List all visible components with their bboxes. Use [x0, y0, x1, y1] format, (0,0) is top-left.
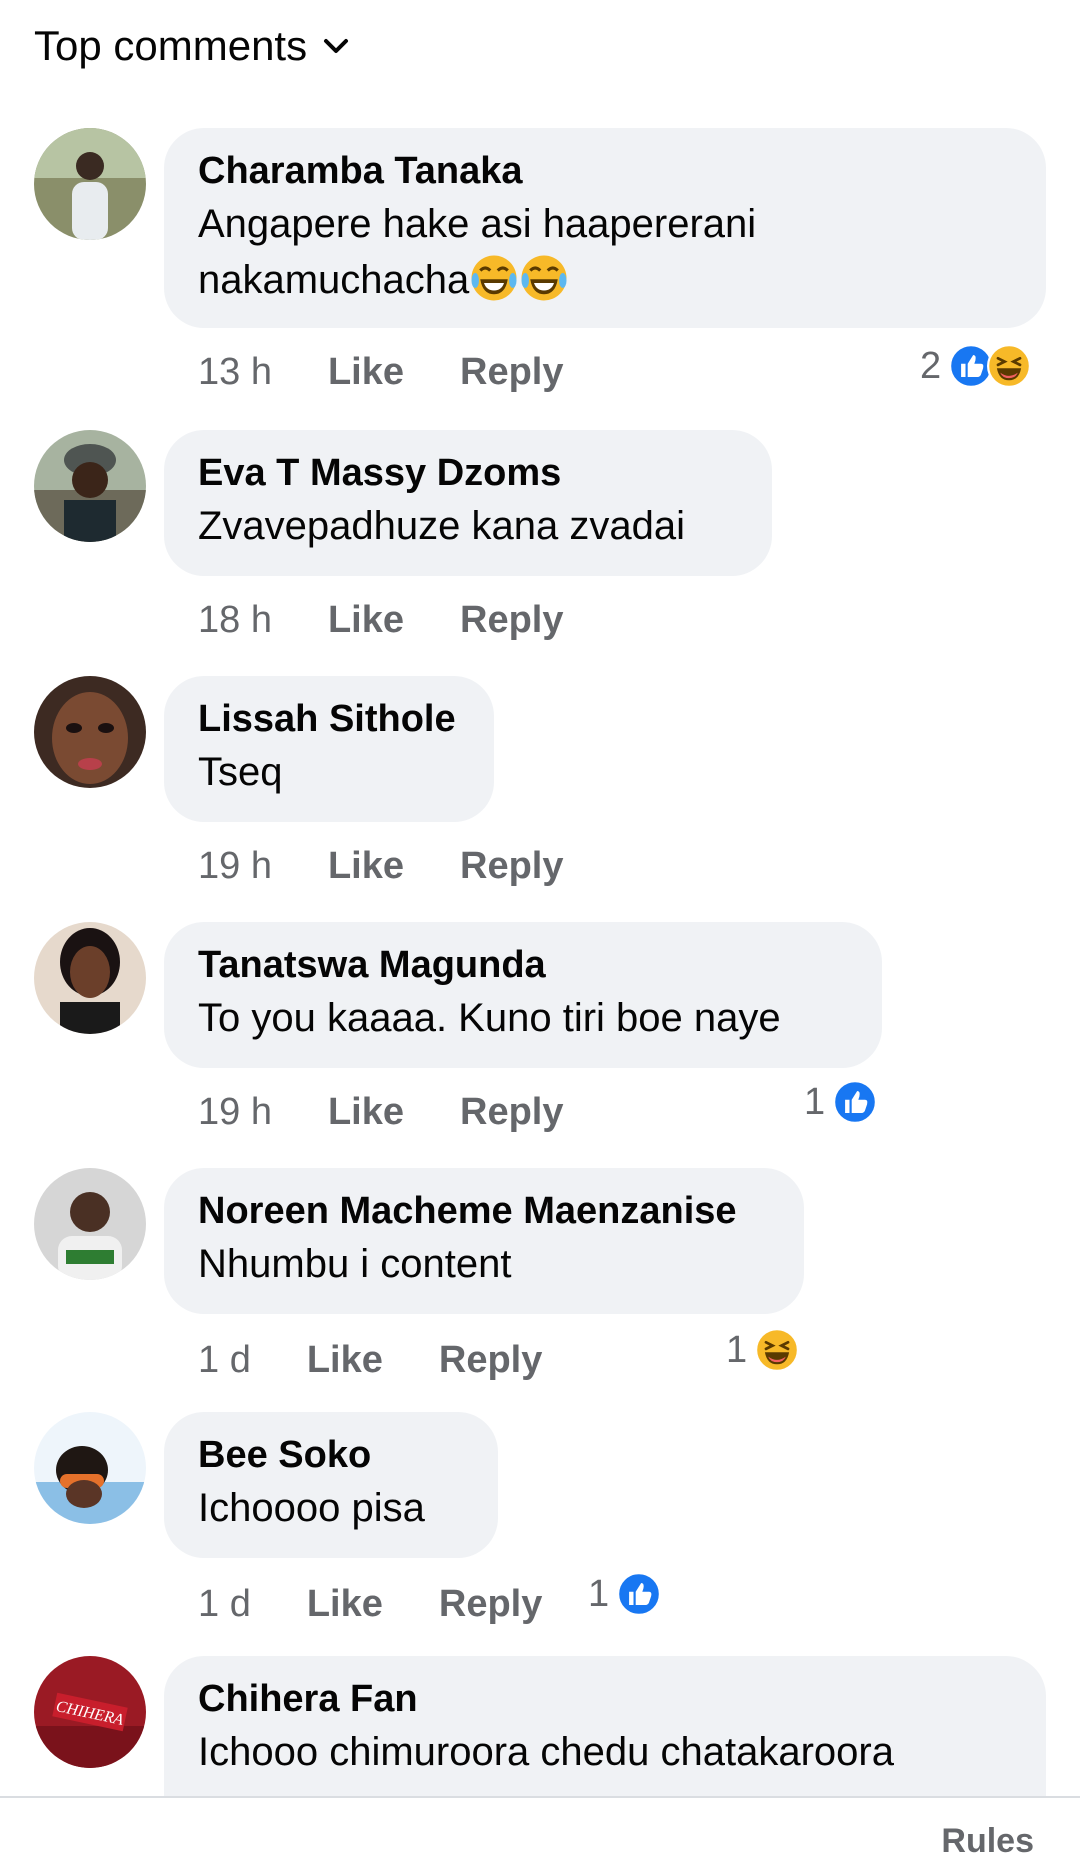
reply-button[interactable]: Reply	[439, 1583, 542, 1626]
avatar[interactable]	[34, 128, 146, 240]
comment-author[interactable]: Lissah Sithole	[198, 694, 460, 744]
comment-text: Zvavepadhuze kana zvadai	[198, 504, 685, 548]
reply-button[interactable]: Reply	[460, 1091, 563, 1134]
laugh-icon	[987, 344, 1032, 388]
comment-author[interactable]: Eva T Massy Dzoms	[198, 448, 738, 498]
avatar[interactable]	[34, 1412, 146, 1524]
comment-text: To you kaaaa. Kuno tiri boe naye	[198, 996, 781, 1040]
reaction-count: 1	[726, 1328, 748, 1371]
reaction-count: 2	[920, 344, 942, 387]
avatar[interactable]	[34, 676, 146, 788]
comment-bubble: Lissah Sithole Tseq	[164, 676, 494, 822]
comment-actions: 18 h Like Reply	[198, 592, 620, 648]
comment-time[interactable]: 18 h	[198, 599, 272, 642]
comment-bubble: Bee Soko Ichoooo pisa	[164, 1412, 498, 1558]
comment-bubble: Charamba Tanaka Angapere hake asi haaper…	[164, 128, 1046, 328]
comment-actions: 19 h Like Reply	[198, 838, 620, 894]
comment-time[interactable]: 13 h	[198, 351, 272, 394]
tears-of-joy-emoji-icon	[471, 255, 517, 301]
like-icon	[833, 1080, 878, 1124]
comment-actions: 13 h Like Reply	[198, 344, 620, 400]
comment-author[interactable]: Charamba Tanaka	[198, 146, 1012, 196]
reaction-summary[interactable]: 1	[804, 1080, 878, 1124]
comment-time[interactable]: 19 h	[198, 845, 272, 888]
reply-button[interactable]: Reply	[460, 845, 563, 888]
avatar[interactable]	[34, 1168, 146, 1280]
comment-bubble: Eva T Massy Dzoms Zvavepadhuze kana zvad…	[164, 430, 772, 576]
comment-author[interactable]: Noreen Macheme Maenzanise	[198, 1186, 770, 1236]
avatar[interactable]	[34, 430, 146, 542]
comment-time[interactable]: 1 d	[198, 1583, 251, 1626]
comment-bubble: Noreen Macheme Maenzanise Nhumbu i conte…	[164, 1168, 804, 1314]
chevron-down-icon	[324, 39, 349, 53]
comment-actions: 19 h Like Reply	[198, 1084, 620, 1140]
sort-comments-dropdown[interactable]: Top comments	[34, 18, 351, 74]
reaction-count: 1	[804, 1080, 826, 1123]
like-button[interactable]: Like	[328, 1091, 404, 1134]
reaction-summary[interactable]: 2	[920, 344, 1032, 388]
reply-button[interactable]: Reply	[460, 351, 563, 394]
comment-bubble: Tanatswa Magunda To you kaaaa. Kuno tiri…	[164, 922, 882, 1068]
comment-text: Angapere hake asi haapererani	[198, 202, 757, 246]
comment-author[interactable]: Bee Soko	[198, 1430, 464, 1480]
bottom-bar: Rules	[0, 1796, 1080, 1860]
comment-text: Ichooo chimuroora chedu chatakaroora	[198, 1730, 894, 1774]
comment-text: Nhumbu i content	[198, 1242, 512, 1286]
reply-button[interactable]: Reply	[439, 1339, 542, 1382]
like-button[interactable]: Like	[307, 1583, 383, 1626]
comment-text-line2: nakamuchacha	[198, 252, 1012, 308]
reaction-summary[interactable]: 1	[726, 1328, 800, 1372]
comment-time[interactable]: 19 h	[198, 1091, 272, 1134]
like-button[interactable]: Like	[307, 1339, 383, 1382]
like-button[interactable]: Like	[328, 599, 404, 642]
tears-of-joy-emoji-icon	[521, 255, 567, 301]
avatar[interactable]	[34, 922, 146, 1034]
like-icon	[617, 1572, 662, 1616]
comment-actions: 1 d Like Reply	[198, 1332, 598, 1388]
like-button[interactable]: Like	[328, 845, 404, 888]
reaction-summary[interactable]: 1	[588, 1572, 662, 1616]
rules-link[interactable]: Rules	[941, 1822, 1034, 1861]
comment-text: Ichoooo pisa	[198, 1486, 425, 1530]
laugh-icon	[755, 1328, 800, 1372]
reply-button[interactable]: Reply	[460, 599, 563, 642]
comment-author[interactable]: Chihera Fan	[198, 1674, 1012, 1724]
like-button[interactable]: Like	[328, 351, 404, 394]
comment-text: Tseq	[198, 750, 283, 794]
reaction-count: 1	[588, 1572, 610, 1615]
avatar[interactable]: CHIHERA	[34, 1656, 146, 1768]
comment-actions: 1 d Like Reply	[198, 1576, 598, 1632]
sort-label: Top comments	[34, 22, 308, 69]
comment-time[interactable]: 1 d	[198, 1339, 251, 1382]
comment-author[interactable]: Tanatswa Magunda	[198, 940, 848, 990]
